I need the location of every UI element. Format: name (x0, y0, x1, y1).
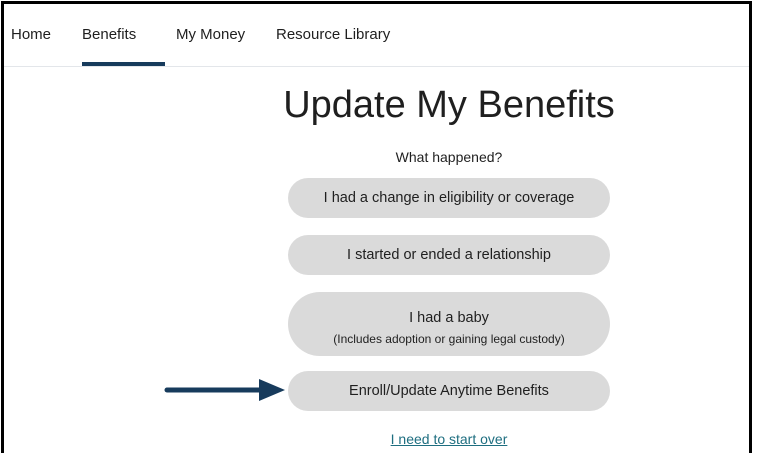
right-arrow-icon (164, 379, 285, 401)
had-baby-label: I had a baby (409, 310, 489, 326)
start-over-link[interactable]: I need to start over (4, 431, 757, 447)
nav-item-resource-library[interactable]: Resource Library (276, 26, 390, 43)
nav-item-benefits[interactable]: Benefits (82, 26, 136, 43)
eligibility-change-button[interactable]: I had a change in eligibility or coverag… (288, 178, 610, 218)
page-title: Update My Benefits (283, 84, 615, 126)
top-navigation: Home Benefits My Money Resource Library (4, 4, 749, 67)
page-subtitle: What happened? (395, 149, 503, 165)
nav-item-my-money[interactable]: My Money (176, 26, 245, 43)
had-baby-button[interactable]: I had a baby (Includes adoption or gaini… (288, 292, 610, 356)
app-window: Home Benefits My Money Resource Library … (1, 1, 752, 453)
had-baby-sublabel: (Includes adoption or gaining legal cust… (333, 332, 565, 346)
nav-active-indicator (82, 62, 165, 66)
nav-item-home[interactable]: Home (11, 26, 51, 43)
anytime-benefits-button[interactable]: Enroll/Update Anytime Benefits (288, 371, 610, 411)
relationship-change-button[interactable]: I started or ended a relationship (288, 235, 610, 275)
